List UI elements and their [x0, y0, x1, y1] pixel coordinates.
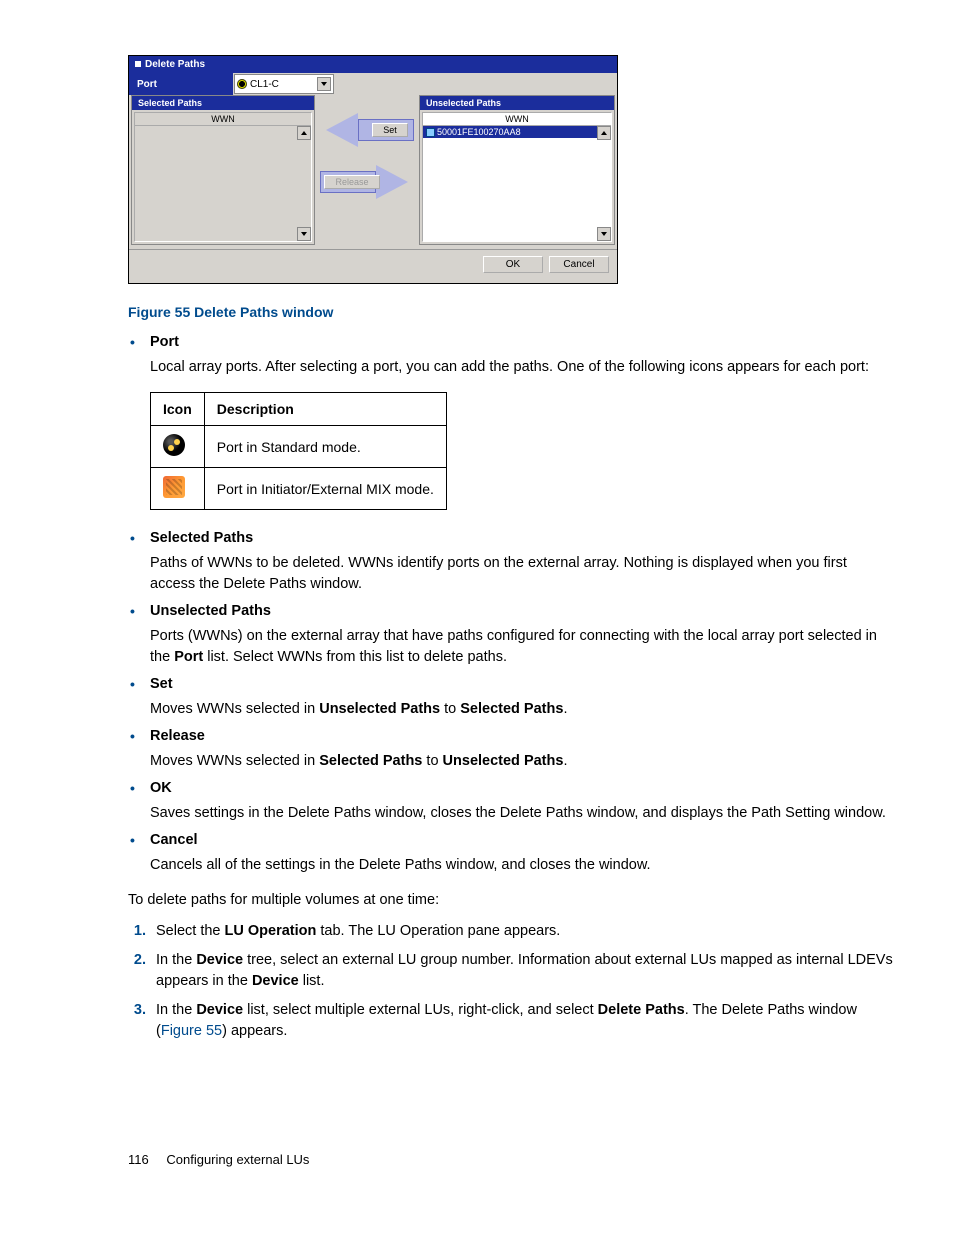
page-footer: 116 Configuring external LUs	[128, 1152, 894, 1167]
figure-caption: Figure 55 Delete Paths window	[128, 304, 894, 320]
selected-col-wwn: WWN	[135, 113, 311, 126]
lead-text: To delete paths for multiple volumes at …	[128, 890, 894, 910]
port-row-label: Port	[129, 73, 233, 95]
chevron-down-icon[interactable]	[317, 77, 331, 91]
table-cell-desc: Port in Standard mode.	[204, 426, 446, 468]
table-row: Port in Standard mode.	[151, 426, 447, 468]
table-header-description: Description	[204, 393, 446, 426]
window-title: Delete Paths	[145, 59, 205, 70]
bullet-selected-paths: Selected Paths Paths of WWNs to be delet…	[150, 528, 894, 595]
bullet-release: Release Moves WWNs selected in Selected …	[150, 726, 894, 772]
unselected-col-wwn: WWN	[423, 113, 611, 126]
set-arrow: Set	[320, 113, 414, 147]
selected-paths-header: Selected Paths	[132, 96, 314, 110]
port-dropdown[interactable]: CL1-C	[234, 74, 334, 94]
bullet-port: Port Local array ports. After selecting …	[150, 332, 894, 378]
scroll-down-icon[interactable]	[597, 227, 611, 241]
unselected-paths-list[interactable]: WWN 50001FE100270AA8	[422, 112, 612, 242]
delete-paths-window: Delete Paths Port CL1-C Selected Paths W…	[128, 55, 618, 284]
list-item[interactable]: 50001FE100270AA8	[423, 126, 611, 138]
table-header-icon: Icon	[151, 393, 205, 426]
step-3: In the Device list, select multiple exte…	[150, 1000, 894, 1042]
port-icon-table: Icon Description Port in Standard mode. …	[150, 392, 447, 510]
bullet-set: Set Moves WWNs selected in Unselected Pa…	[150, 674, 894, 720]
footer-section: Configuring external LUs	[166, 1152, 309, 1167]
release-arrow: Release	[320, 165, 414, 199]
wwn-value: 50001FE100270AA8	[437, 127, 521, 137]
port-mix-icon	[163, 476, 185, 498]
page-number: 116	[128, 1152, 149, 1167]
selected-paths-list[interactable]: WWN	[134, 112, 312, 242]
release-button[interactable]: Release	[324, 175, 379, 189]
window-title-bar: Delete Paths	[129, 56, 617, 73]
port-standard-icon	[163, 434, 185, 456]
bullet-ok: OK Saves settings in the Delete Paths wi…	[150, 778, 894, 824]
scroll-up-icon[interactable]	[597, 126, 611, 140]
step-1: Select the LU Operation tab. The LU Oper…	[150, 921, 894, 942]
figure-55-link[interactable]: Figure 55	[161, 1023, 222, 1039]
port-dropdown-value: CL1-C	[250, 79, 279, 90]
port-standard-icon	[237, 79, 247, 89]
set-button[interactable]: Set	[372, 123, 408, 137]
cancel-button[interactable]: Cancel	[549, 256, 609, 273]
ok-button[interactable]: OK	[483, 256, 543, 273]
bullet-unselected-paths: Unselected Paths Ports (WWNs) on the ext…	[150, 601, 894, 668]
bullet-cancel: Cancel Cancels all of the settings in th…	[150, 830, 894, 876]
unselected-paths-header: Unselected Paths	[420, 96, 614, 110]
step-2: In the Device tree, select an external L…	[150, 950, 894, 992]
scroll-up-icon[interactable]	[297, 126, 311, 140]
table-row: Port in Initiator/External MIX mode.	[151, 468, 447, 510]
scroll-down-icon[interactable]	[297, 227, 311, 241]
table-cell-desc: Port in Initiator/External MIX mode.	[204, 468, 446, 510]
disk-icon	[426, 128, 435, 137]
